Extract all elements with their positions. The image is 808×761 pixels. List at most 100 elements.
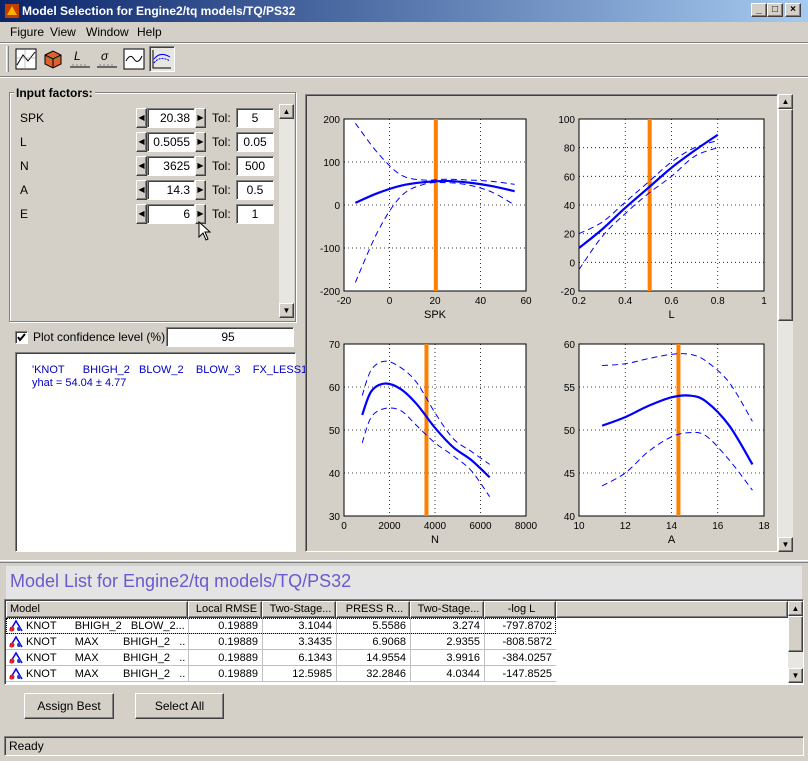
scroll-up-button[interactable]: ▲ — [279, 104, 294, 119]
y-tick-label: 50 — [329, 426, 341, 437]
tol-field[interactable]: 0.5 — [236, 180, 274, 200]
table-cell: 0.19889 — [188, 634, 262, 650]
table-row[interactable]: KNOT MAX BHIGH_2 ... 0.19889 12.5985 32.284… — [6, 666, 556, 682]
table-cell: KNOT BHIGH_2 BLOW_2... — [26, 620, 185, 632]
model-icon — [9, 619, 23, 632]
increment-button[interactable]: ▶ — [195, 156, 206, 176]
decrement-button[interactable]: ◀ — [136, 180, 147, 200]
plot-scrollbar[interactable]: ▲ ▼ — [778, 94, 793, 552]
factor-value-field[interactable]: 0.5055 — [147, 132, 195, 152]
x-tick-label: 10 — [573, 521, 585, 532]
decrement-button[interactable]: ◀ — [136, 132, 147, 152]
prediction-graph-tool[interactable] — [149, 46, 175, 72]
factor-value-field[interactable]: 6 — [147, 204, 195, 224]
y-tick-label: 0 — [334, 201, 340, 212]
model-list-title: Model List for Engine2/tq models/TQ/PS32 — [10, 571, 352, 591]
model-icon — [9, 667, 23, 680]
y-tick-label: 70 — [329, 340, 341, 351]
y-tick-label: 0 — [569, 258, 575, 269]
column-header[interactable]: Two-Stage... — [410, 601, 484, 618]
x-tick-label: 0 — [387, 296, 393, 307]
factor-name: A — [20, 183, 29, 197]
tol-label: Tol: — [212, 183, 231, 197]
plot-scroll-thumb[interactable] — [778, 109, 793, 321]
increment-button[interactable]: ▶ — [195, 180, 206, 200]
decrement-button[interactable]: ◀ — [136, 204, 147, 224]
prediction-plot-n: 0 2000 4000 6000 8000 30 40 50 60 70 N — [329, 340, 538, 546]
factors-scrollbar[interactable]: ▲ ▼ — [279, 104, 294, 318]
checkmark-icon — [17, 333, 26, 342]
table-row[interactable]: KNOT BHIGH_2 BLOW_2... 0.19889 3.1044 5.558… — [6, 618, 556, 634]
table-cell: 3.1044 — [262, 618, 336, 634]
factor-value-field[interactable]: 20.38 — [147, 108, 195, 128]
x-tick-label: 1 — [761, 296, 767, 307]
model-terms-text: 'KNOT BHIGH_2 BLOW_2 BLOW_3 FX_LESS10 — [32, 364, 314, 376]
factor-value-field[interactable]: 3625 — [147, 156, 195, 176]
column-header[interactable]: PRESS R... — [336, 601, 410, 618]
y-tick-label: 55 — [564, 383, 576, 394]
mouse-cursor-icon — [198, 221, 212, 241]
window-title: Model Selection for Engine2/tq models/TQ… — [22, 4, 296, 18]
minimize-button[interactable]: _ — [751, 3, 767, 17]
x-axis-label: A — [668, 534, 676, 546]
tol-label: Tol: — [212, 207, 231, 221]
column-header[interactable]: Local RMSE — [188, 601, 262, 618]
menu-view[interactable]: View — [50, 25, 76, 39]
x-tick-label: 60 — [520, 296, 532, 307]
increment-button[interactable]: ▶ — [195, 132, 206, 152]
plot-scroll-up-button[interactable]: ▲ — [778, 94, 793, 109]
tol-field[interactable]: 5 — [236, 108, 274, 128]
y-tick-label: 20 — [564, 230, 576, 241]
confidence-checkbox[interactable] — [15, 331, 28, 344]
table-row[interactable]: KNOT MAX BHIGH_2 ... 0.19889 6.1343 14.9554… — [6, 650, 556, 666]
confidence-field[interactable]: 95 — [166, 327, 294, 347]
response-surface-icon[interactable] — [14, 47, 38, 71]
column-header[interactable]: Two-Stage... — [262, 601, 336, 618]
tol-field[interactable]: 0.05 — [236, 132, 274, 152]
likelihood-icon[interactable]: L — [68, 47, 92, 71]
table-cell: 6.1343 — [262, 650, 336, 666]
x-tick-label: 6000 — [469, 521, 492, 532]
residuals-icon[interactable] — [122, 47, 146, 71]
model-list-header: Model List for Engine2/tq models/TQ/PS32 — [6, 566, 802, 600]
table-scroll-down-button[interactable]: ▼ — [788, 668, 803, 683]
x-tick-label: 8000 — [515, 521, 538, 532]
x-tick-label: 0.8 — [711, 296, 725, 307]
y-tick-label: -200 — [320, 287, 340, 298]
x-tick-label: 12 — [620, 521, 632, 532]
scroll-down-button[interactable]: ▼ — [279, 303, 294, 318]
factor-name: L — [20, 135, 27, 149]
table-cell: KNOT MAX BHIGH_2 ... — [26, 652, 186, 664]
model-table[interactable]: Model Local RMSE Two-Stage... PRESS R... Two… — [4, 599, 804, 685]
table-row[interactable]: KNOT MAX BHIGH_2 ... 0.19889 3.3435 6.9068 2… — [6, 634, 556, 650]
table-scroll-up-button[interactable]: ▲ — [788, 601, 803, 616]
column-header[interactable]: -log L — [484, 601, 556, 618]
select-all-button[interactable]: Select All — [135, 693, 224, 719]
table-cell: -797.8702 — [484, 618, 556, 634]
cube-icon[interactable] — [41, 47, 65, 71]
close-button[interactable]: × — [785, 3, 801, 17]
tol-field[interactable]: 500 — [236, 156, 274, 176]
input-factors-title: Input factors: — [14, 86, 95, 100]
menu-window[interactable]: Window — [86, 25, 129, 39]
decrement-button[interactable]: ◀ — [136, 156, 147, 176]
x-axis-label: L — [668, 309, 674, 321]
plot-scroll-down-button[interactable]: ▼ — [778, 537, 793, 552]
column-header[interactable]: Model — [6, 601, 188, 618]
x-axis-label: N — [431, 534, 439, 546]
menu-figure[interactable]: Figure — [10, 25, 44, 39]
assign-best-button[interactable]: Assign Best — [24, 693, 114, 719]
maximize-button[interactable]: □ — [767, 3, 783, 17]
tol-label: Tol: — [212, 135, 231, 149]
tol-field[interactable]: 1 — [236, 204, 274, 224]
factor-value-field[interactable]: 14.3 — [147, 180, 195, 200]
increment-button[interactable]: ▶ — [195, 108, 206, 128]
decrement-button[interactable]: ◀ — [136, 108, 147, 128]
menu-help[interactable]: Help — [137, 25, 162, 39]
rmse-icon[interactable]: σ — [95, 47, 119, 71]
table-scroll-thumb[interactable] — [788, 616, 803, 652]
table-scrollbar[interactable]: ▲ ▼ — [788, 601, 803, 683]
table-cell: 3.9916 — [410, 650, 484, 666]
title-bar[interactable]: Model Selection for Engine2/tq models/TQ… — [0, 0, 808, 22]
prediction-plots: -20 0 20 40 60-200-1000100200SPK0.2 0.4 0.6 0.8… — [320, 115, 770, 546]
